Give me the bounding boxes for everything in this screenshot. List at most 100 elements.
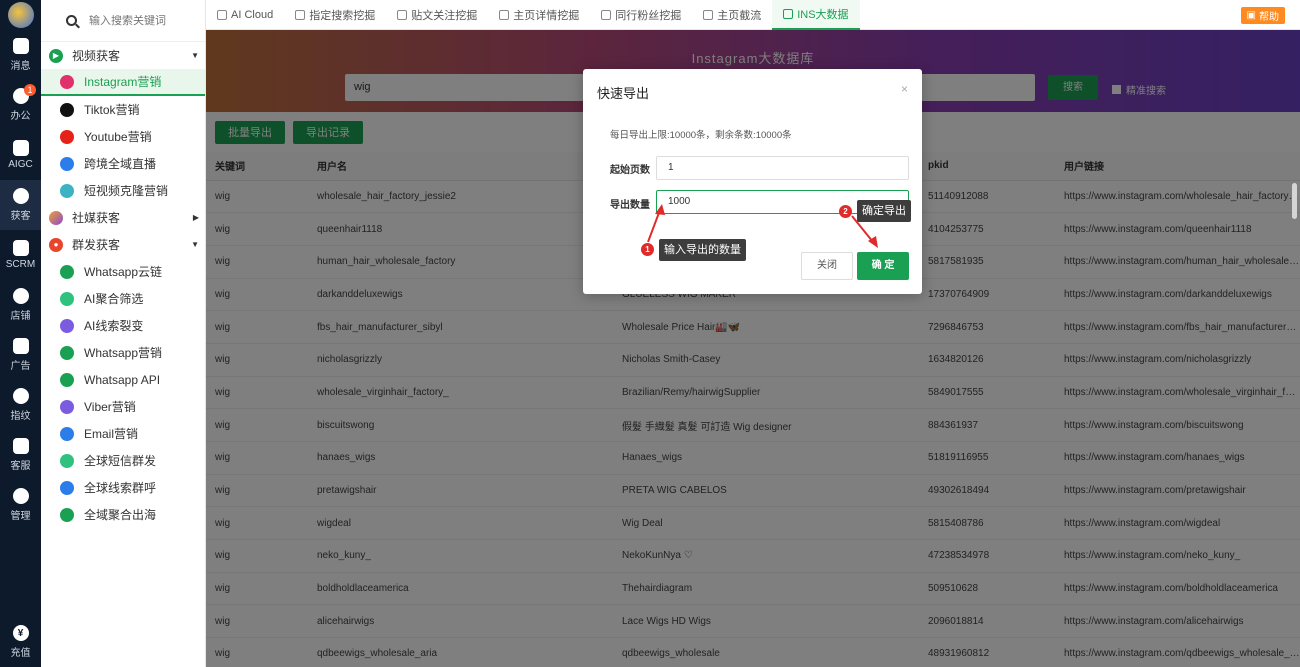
sidebar-item-video-3[interactable]: 跨境全域直播 xyxy=(41,150,205,177)
rail-label: AIGC xyxy=(8,159,33,170)
sidebar-item-label: Youtube营销 xyxy=(84,130,152,144)
rail-item-chat[interactable]: 消息 xyxy=(0,30,41,80)
sidebar-item-mass-6[interactable]: Email营销 xyxy=(41,420,205,447)
search-input[interactable] xyxy=(89,14,189,27)
rail-item-fingerprint[interactable]: 指纹 xyxy=(0,380,41,430)
tab-label: INS大数据 xyxy=(797,8,849,21)
sidebar-item-mass-0[interactable]: Whatsapp云链 xyxy=(41,258,205,285)
rail-label: 广告 xyxy=(10,361,31,372)
caret-down-icon: ▼ xyxy=(191,51,199,60)
sidebar-search xyxy=(41,0,205,42)
confirm-button[interactable]: 确 定 xyxy=(857,252,909,280)
link-icon xyxy=(60,264,74,279)
sidebar: ▶ 视频获客 ▼ Instagram营销 Tiktok营销 Youtube营销跨境全… xyxy=(41,0,206,667)
play-icon: ▶ xyxy=(49,48,63,63)
export-count-label: 导出数量 xyxy=(610,200,650,211)
group-label: 视频获客 xyxy=(72,49,121,63)
group-label: 社媒获客 xyxy=(72,211,121,225)
tab-label: AI Cloud xyxy=(231,8,274,21)
rail-label: 获客 xyxy=(10,211,31,222)
tab-2[interactable]: 贴文关注挖掘 xyxy=(386,0,488,30)
rail-label: 办公 xyxy=(10,111,31,122)
sidebar-item-video-0[interactable]: Instagram营销 xyxy=(41,69,205,96)
sidebar-item-video-4[interactable]: 短视频克隆营销 xyxy=(41,177,205,204)
step2-badge: 2 xyxy=(839,205,852,218)
step2-tooltip: 确定导出 xyxy=(857,200,911,222)
sidebar-item-video-1[interactable]: Tiktok营销 xyxy=(41,96,205,123)
rail-recharge[interactable]: ¥ 充值 xyxy=(0,617,41,667)
sidebar-item-mass-9[interactable]: 全域聚合出海 xyxy=(41,501,205,528)
step1-tooltip: 输入导出的数量 xyxy=(659,239,746,261)
phone-icon xyxy=(60,480,74,495)
tab-4[interactable]: 同行粉丝挖掘 xyxy=(590,0,692,30)
close-icon[interactable]: × xyxy=(901,82,908,96)
live-icon xyxy=(60,156,74,171)
sidebar-item-label: Instagram营销 xyxy=(84,75,162,89)
service-icon xyxy=(12,438,29,454)
email-icon xyxy=(60,426,74,441)
filter-icon xyxy=(60,291,74,306)
group-label: 群发获客 xyxy=(72,238,121,252)
tab-icon xyxy=(601,9,612,20)
ads-icon xyxy=(12,338,29,354)
sidebar-item-mass-1[interactable]: AI聚合筛选 xyxy=(41,285,205,312)
rail-label: 客服 xyxy=(10,461,31,472)
rail-item-office[interactable]: 办公 1 xyxy=(0,80,41,130)
tab-0[interactable]: AI Cloud xyxy=(206,0,284,30)
group-social[interactable]: 社媒获客 ▶ xyxy=(41,204,205,231)
group-mass[interactable]: ● 群发获客 ▼ xyxy=(41,231,205,258)
sidebar-item-mass-3[interactable]: Whatsapp营销 xyxy=(41,339,205,366)
rail-item-scrm[interactable]: SCRM xyxy=(0,230,41,280)
sidebar-item-mass-4[interactable]: Whatsapp API xyxy=(41,366,205,393)
tab-label: 主页截流 xyxy=(717,9,762,22)
sidebar-item-label: AI聚合筛选 xyxy=(84,292,144,306)
social-icon xyxy=(49,210,63,225)
rail-label: 管理 xyxy=(10,511,31,522)
rail-item-ads[interactable]: 广告 xyxy=(0,330,41,380)
rail-item-aigc[interactable]: AIGC xyxy=(0,130,41,180)
help-button[interactable]: ▣ 帮助 xyxy=(1240,7,1285,24)
rail-item-store[interactable]: 店铺 xyxy=(0,280,41,330)
tab-icon xyxy=(499,9,510,20)
viber-icon xyxy=(60,399,74,414)
search-icon xyxy=(66,15,77,26)
start-page-input[interactable]: 1 xyxy=(656,156,909,180)
tab-icon xyxy=(217,9,227,20)
sidebar-item-mass-2[interactable]: AI线索裂变 xyxy=(41,312,205,339)
sidebar-item-label: 短视频克隆营销 xyxy=(84,184,169,198)
rail-item-grid[interactable]: 管理 xyxy=(0,480,41,530)
tab-1[interactable]: 指定搜索挖掘 xyxy=(284,0,386,30)
sidebar-item-label: 跨境全域直播 xyxy=(84,157,157,171)
tab-label: 贴文关注挖掘 xyxy=(411,9,478,22)
sidebar-item-mass-8[interactable]: 全球线索群呼 xyxy=(41,474,205,501)
step1-badge: 1 xyxy=(641,243,654,256)
rail-label: 充值 xyxy=(10,648,31,659)
app-logo[interactable] xyxy=(0,0,41,30)
store-icon xyxy=(12,288,29,304)
quick-export-dialog: 快速导出 × 每日导出上限:10000条，剩余条数:10000条 起始页数 1 … xyxy=(583,69,922,294)
sidebar-item-video-2[interactable]: Youtube营销 xyxy=(41,123,205,150)
rail-item-user-acquire[interactable]: 获客 xyxy=(0,180,41,230)
tab-3[interactable]: 主页详情挖掘 xyxy=(488,0,590,30)
close-button[interactable]: 关闭 xyxy=(801,252,853,280)
tab-label: 指定搜索挖掘 xyxy=(309,9,376,22)
chat-icon xyxy=(12,38,29,54)
grid-icon xyxy=(12,488,29,504)
sidebar-item-mass-7[interactable]: 全球短信群发 xyxy=(41,447,205,474)
group-video[interactable]: ▶ 视频获客 ▼ xyxy=(41,42,205,69)
scrollbar-thumb[interactable] xyxy=(1292,183,1297,219)
sidebar-item-mass-5[interactable]: Viber营销 xyxy=(41,393,205,420)
tab-6[interactable]: INS大数据 xyxy=(772,0,860,30)
tab-label: 同行粉丝挖掘 xyxy=(615,9,682,22)
dialog-title: 快速导出 xyxy=(597,86,650,101)
caret-right-icon: ▶ xyxy=(192,213,199,222)
recharge-icon: ¥ xyxy=(12,625,29,641)
tab-label: 主页详情挖掘 xyxy=(513,9,580,22)
top-tabs: AI Cloud 指定搜索挖掘 贴文关注挖掘 主页详情挖掘 同行粉丝挖掘 主页截流 INS大… xyxy=(206,0,1300,30)
sidebar-item-label: Viber营销 xyxy=(84,400,136,414)
tiktok-icon xyxy=(60,102,74,117)
rail-item-service[interactable]: 客服 xyxy=(0,430,41,480)
broadcast-icon: ● xyxy=(49,237,63,252)
tab-5[interactable]: 主页截流 xyxy=(692,0,772,30)
export-limit-text: 每日导出上限:10000条，剩余条数:10000条 xyxy=(610,130,792,141)
